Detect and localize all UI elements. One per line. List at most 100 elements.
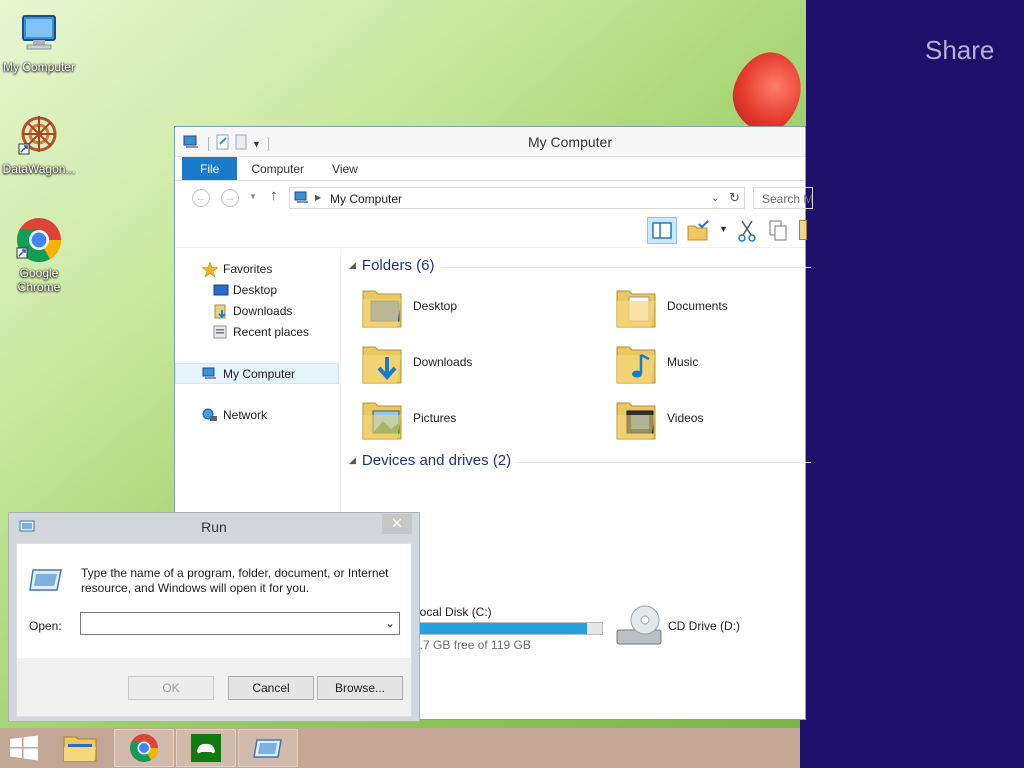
refresh-icon[interactable]: ↻ <box>729 190 740 206</box>
desktop-icon-label: Google Chrome <box>17 266 61 294</box>
search-input[interactable]: Search M <box>753 187 813 209</box>
game-controller-icon <box>191 734 221 762</box>
tab-computer[interactable]: Computer <box>237 157 318 180</box>
folder-name: Pictures <box>413 411 457 425</box>
desktop-icon-google-chrome[interactable]: Google Chrome <box>0 216 78 294</box>
recent-locations-icon[interactable]: ▼ <box>249 192 257 201</box>
back-button[interactable]: ← <box>192 189 210 207</box>
address-text: My Computer <box>330 192 403 206</box>
taskbar <box>0 728 800 768</box>
ribbon-tabs: File Computer View <box>175 157 805 181</box>
run-icon <box>253 739 282 758</box>
downloads-folder-icon <box>213 304 229 319</box>
view-toolbar: ▼ <box>175 214 807 248</box>
cancel-button[interactable]: Cancel <box>228 676 314 700</box>
devices-group-header[interactable]: ◢ Devices and drives (2) <box>349 452 811 469</box>
nav-my-computer[interactable]: My Computer <box>175 363 339 384</box>
datawagon-icon <box>15 112 63 160</box>
explorer-titlebar[interactable]: ▼ My Computer <box>175 127 805 157</box>
share-title: Share <box>925 35 995 65</box>
folder-desktop[interactable]: Desktop <box>361 281 581 333</box>
nav-label: Desktop <box>233 283 278 297</box>
star-icon <box>201 261 219 278</box>
browse-button[interactable]: Browse... <box>317 676 403 700</box>
folder-documents[interactable]: Documents <box>615 281 835 333</box>
chrome-icon <box>15 216 63 264</box>
up-arrow-icon[interactable]: ↑ <box>270 187 278 204</box>
folder-videos[interactable]: Videos <box>615 393 835 445</box>
preview-pane-button[interactable] <box>647 217 677 244</box>
address-row: ← → ▼ ↑ ▶ My Computer ⌄ ↻ Search M <box>175 181 813 214</box>
drive-usage-fill <box>414 623 587 634</box>
drive-free-text: 9.7 GB free of 119 GB <box>413 638 531 652</box>
taskbar-google-chrome[interactable] <box>114 729 174 767</box>
drive-usage-bar <box>413 622 603 635</box>
group-title: Folders (6) <box>361 257 435 274</box>
computer-small-icon <box>202 367 218 382</box>
folder-icon <box>63 736 97 762</box>
nav-favorites[interactable]: Favorites <box>175 259 339 280</box>
drive-name: Local Disk (C:) <box>413 605 492 619</box>
open-input[interactable] <box>80 612 400 635</box>
address-dropdown-icon[interactable]: ⌄ <box>711 191 720 204</box>
run-body: Type the name of a program, folder, docu… <box>16 543 412 717</box>
nav-label: Recent places <box>233 325 310 339</box>
paste-icon[interactable] <box>799 220 807 240</box>
documents-folder-icon <box>615 283 659 329</box>
desktop-icon-label: My Computer <box>2 60 76 74</box>
explorer-title: My Computer <box>527 134 613 150</box>
nav-label: My Computer <box>223 367 296 381</box>
dropdown-arrow-icon[interactable]: ▼ <box>719 224 728 234</box>
chrome-icon <box>130 734 158 762</box>
group-title: Devices and drives (2) <box>361 452 512 469</box>
desktop-icon-label: DataWagon... <box>2 162 76 176</box>
folder-pictures[interactable]: Pictures <box>361 393 581 445</box>
videos-folder-icon <box>615 395 659 441</box>
run-dialog[interactable]: Run ✕ Type the name of a program, folder… <box>8 512 420 722</box>
tab-view[interactable]: View <box>318 157 372 180</box>
music-folder-icon <box>615 339 659 385</box>
folder-name: Videos <box>667 411 704 425</box>
recent-places-icon <box>213 325 229 340</box>
share-charm-panel[interactable]: Share <box>806 0 1024 515</box>
folders-group-header[interactable]: ◢ Folders (6) <box>349 257 811 274</box>
folder-name: Documents <box>667 299 728 313</box>
breadcrumb-chevron-icon[interactable]: ▶ <box>315 193 321 202</box>
drive-cd-d[interactable]: CD Drive (D:) <box>668 619 740 633</box>
downloads-folder-icon <box>361 339 405 385</box>
cut-icon[interactable] <box>738 220 756 245</box>
run-content: Type the name of a program, folder, docu… <box>17 544 411 658</box>
run-titlebar[interactable]: Run ✕ <box>9 513 419 541</box>
nav-desktop[interactable]: Desktop <box>175 280 339 301</box>
nav-downloads[interactable]: Downloads <box>175 301 339 322</box>
folder-options-icon[interactable] <box>687 220 711 245</box>
pictures-folder-icon <box>361 395 405 441</box>
folder-downloads[interactable]: Downloads <box>361 337 581 389</box>
computer-small-icon <box>294 191 310 208</box>
desktop-icon-my-computer[interactable]: My Computer <box>0 10 78 74</box>
copy-icon[interactable] <box>769 220 787 245</box>
open-label: Open: <box>29 619 62 633</box>
taskbar-store-app[interactable] <box>176 729 236 767</box>
ok-button[interactable]: OK <box>128 676 214 700</box>
folder-name: Downloads <box>413 355 473 369</box>
computer-icon <box>15 10 63 58</box>
start-button[interactable] <box>0 729 48 767</box>
nav-network[interactable]: Network <box>175 405 339 426</box>
cd-drive-icon <box>615 604 663 650</box>
forward-button[interactable]: → <box>221 189 239 207</box>
collapse-triangle-icon: ◢ <box>349 455 356 465</box>
folder-music[interactable]: Music <box>615 337 835 389</box>
address-bar[interactable]: ▶ My Computer ⌄ ↻ <box>289 187 745 209</box>
nav-label: Favorites <box>223 262 273 276</box>
close-button[interactable]: ✕ <box>382 514 412 534</box>
taskbar-run[interactable] <box>238 729 298 767</box>
tab-file[interactable]: File <box>182 157 238 180</box>
taskbar-file-explorer[interactable] <box>50 729 110 767</box>
folder-name: Music <box>667 355 699 369</box>
nav-recent-places[interactable]: Recent places <box>175 322 339 343</box>
nav-label: Network <box>223 408 268 422</box>
desktop-icon-datawagon[interactable]: DataWagon... <box>0 112 78 176</box>
open-dropdown-icon[interactable]: ⌄ <box>382 614 398 633</box>
network-icon <box>202 408 218 423</box>
